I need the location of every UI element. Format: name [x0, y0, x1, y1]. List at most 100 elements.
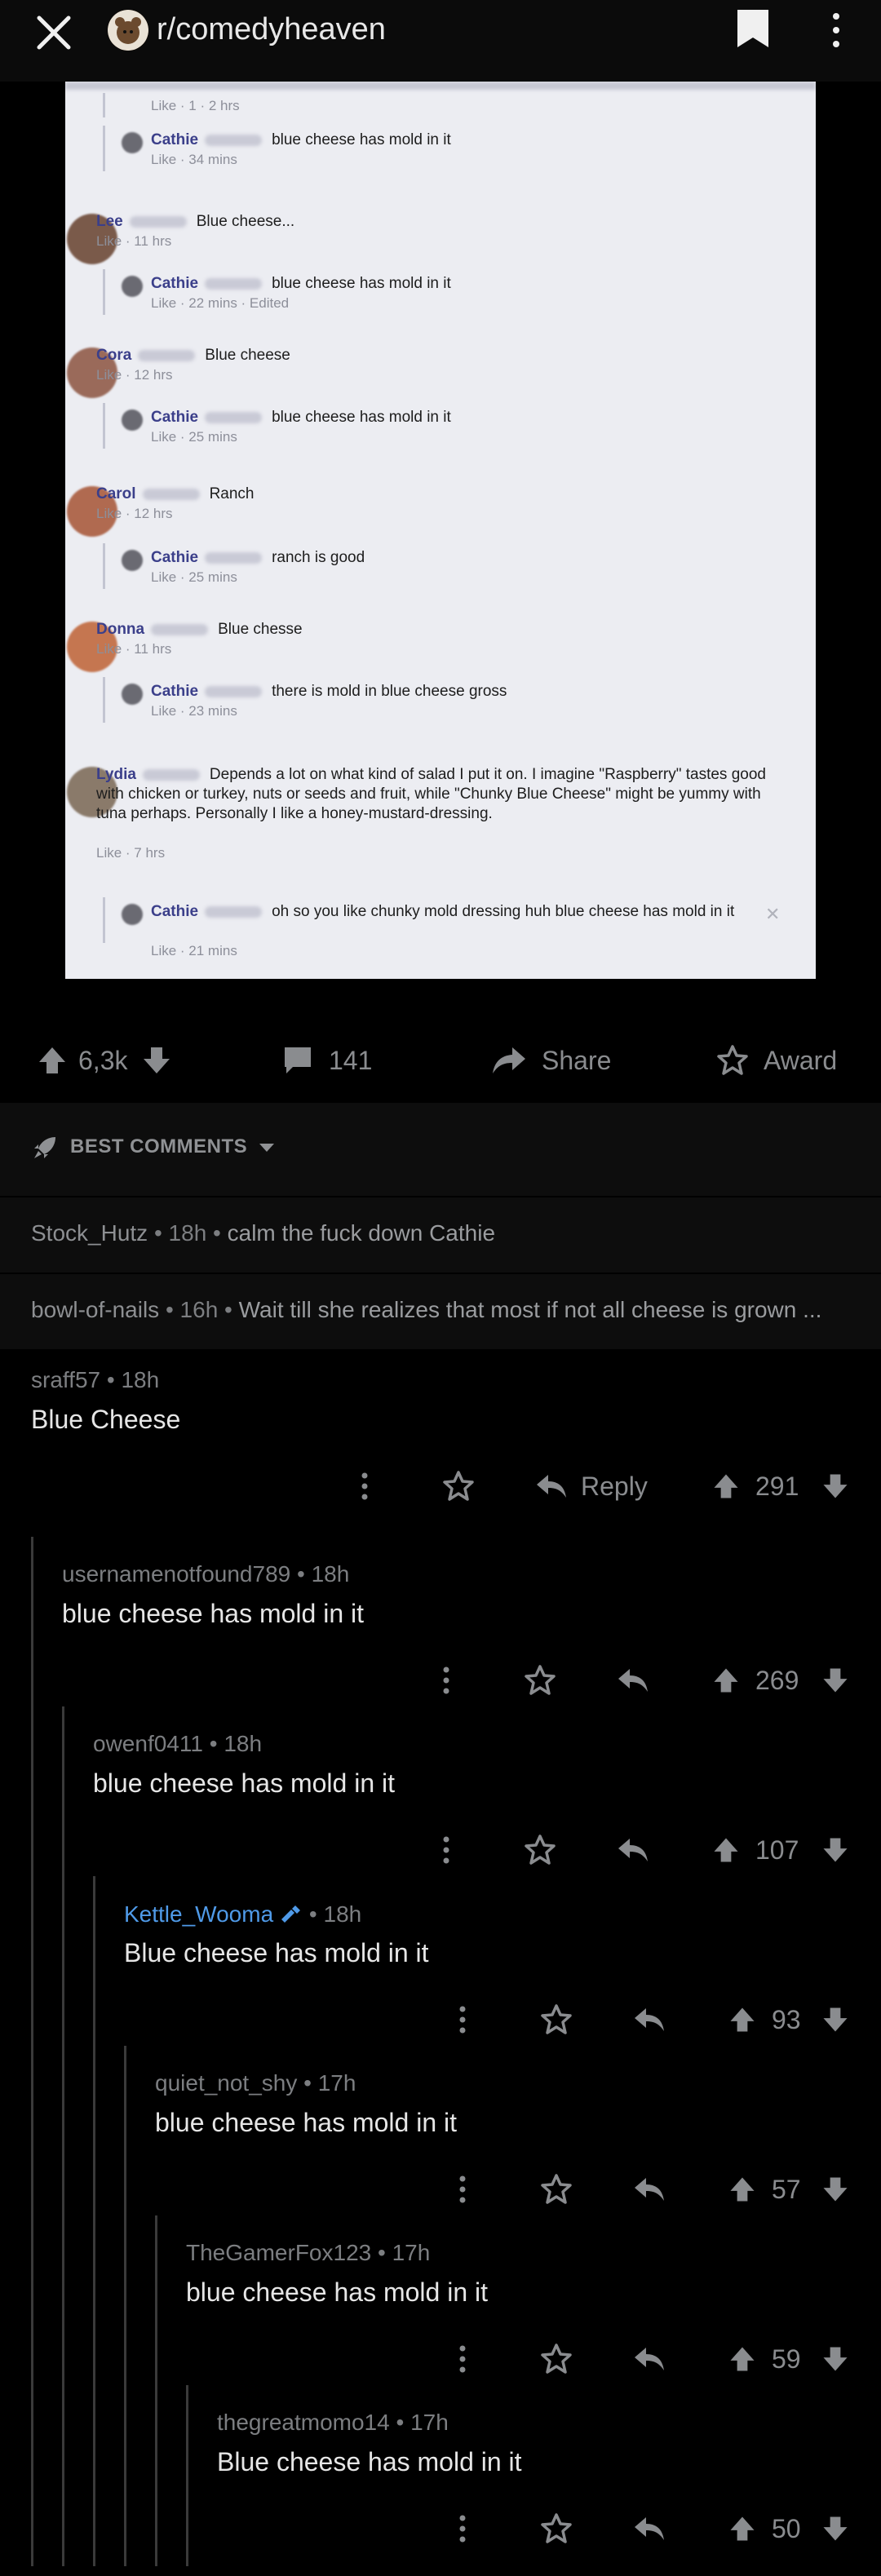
upvote-icon[interactable] — [726, 2512, 759, 2549]
downvote-icon[interactable] — [819, 1834, 852, 1870]
comment-author[interactable]: usernamenotfound789 — [62, 1561, 290, 1587]
thread-line[interactable] — [62, 1876, 64, 2057]
bookmark-icon[interactable] — [734, 8, 772, 51]
more-options-icon[interactable] — [359, 1470, 370, 1507]
comments-button[interactable]: 141 — [281, 1036, 372, 1085]
reply-icon[interactable] — [617, 1666, 649, 1699]
comment-author[interactable]: owenf0411 — [93, 1731, 203, 1756]
comment-age-value: 17h — [392, 2240, 431, 2265]
reply-icon[interactable] — [633, 2514, 666, 2547]
fb-comment-body: Blue cheese... — [196, 213, 295, 230]
comment-meta: Kettle_Wooma • 18h — [124, 1901, 361, 1928]
thread-line[interactable] — [93, 2215, 95, 2397]
downvote-icon[interactable] — [819, 1470, 852, 1507]
comment-age-value: 18h — [224, 1731, 263, 1756]
thread-line[interactable] — [31, 2046, 33, 2227]
fb-comment-text: Lee Blue cheese... — [96, 212, 767, 232]
award-icon[interactable] — [540, 2003, 573, 2040]
reply-line — [103, 677, 105, 723]
upvote-icon[interactable] — [726, 2003, 759, 2040]
close-icon[interactable] — [33, 11, 75, 54]
comment-text: blue cheese has mold in it — [93, 1768, 395, 1798]
comment-author[interactable]: Kettle_Wooma — [124, 1901, 273, 1927]
thread-line[interactable] — [31, 1876, 33, 2057]
comment-age: • — [100, 1367, 122, 1392]
reply-icon[interactable] — [633, 2175, 666, 2208]
downvote-icon[interactable] — [819, 2173, 852, 2210]
thread-line[interactable] — [62, 1706, 64, 1888]
comment-score: 57 — [772, 2175, 801, 2204]
reply-label[interactable]: Reply — [581, 1472, 648, 1502]
reply-icon[interactable] — [535, 1472, 568, 1505]
award-icon[interactable] — [540, 2343, 573, 2379]
more-options-icon[interactable] — [440, 1664, 452, 1701]
downvote-icon[interactable] — [819, 2512, 852, 2549]
downvote-icon[interactable] — [819, 2343, 852, 2379]
thread-line[interactable] — [124, 2046, 126, 2227]
fb-comment-meta: Like · 11 hrs — [96, 233, 172, 249]
share-icon — [493, 1047, 525, 1073]
more-vertical-icon[interactable] — [824, 10, 848, 51]
top-bar: r/comedyheaven — [0, 0, 881, 82]
thread-line[interactable] — [31, 1706, 33, 1888]
thread-line[interactable] — [93, 1876, 95, 2057]
downvote-icon[interactable] — [139, 1042, 175, 1078]
downvote-icon[interactable] — [819, 2003, 852, 2040]
comment-author[interactable]: Stock_Hutz — [31, 1220, 148, 1246]
comment-age: • — [297, 2070, 318, 2096]
thread-line[interactable] — [93, 2046, 95, 2227]
more-options-icon[interactable] — [457, 2512, 468, 2549]
upvote-icon[interactable] — [710, 1470, 742, 1507]
upvote-icon[interactable] — [710, 1834, 742, 1870]
collapsed-comment[interactable]: bowl-of-nails • 16h • Wait till she real… — [0, 1274, 881, 1349]
thread-line[interactable] — [62, 2215, 64, 2397]
thread-line[interactable] — [186, 2385, 188, 2566]
upvote-icon[interactable] — [726, 2343, 759, 2379]
comment-sort-bar[interactable]: BEST COMMENTS — [0, 1103, 881, 1196]
award-button[interactable]: Award — [716, 1036, 837, 1085]
more-options-icon[interactable] — [457, 2003, 468, 2040]
upvote-icon[interactable] — [34, 1042, 70, 1078]
comment-author[interactable]: TheGamerFox123 — [186, 2240, 371, 2265]
comment-age-value: 17h — [317, 2070, 356, 2096]
more-options-icon[interactable] — [440, 1834, 452, 1870]
upvote-icon[interactable] — [710, 1664, 742, 1701]
fb-comment-meta: Like · 11 hrs — [96, 641, 172, 657]
post-image[interactable]: Like · 1 · 2 hrs Cathie blue cheese has mo… — [65, 82, 816, 979]
award-icon[interactable] — [540, 2173, 573, 2210]
comment-text: Wait till she realizes that most if not … — [238, 1297, 822, 1322]
award-icon[interactable] — [524, 1664, 556, 1701]
thread-line[interactable] — [124, 2215, 126, 2397]
collapsed-comment[interactable]: Stock_Hutz • 18h • calm the fuck down Ca… — [0, 1197, 881, 1273]
commenter-avatar — [122, 684, 143, 705]
thread-line[interactable] — [31, 1537, 33, 1718]
reply-icon[interactable] — [617, 1835, 649, 1869]
thread-line[interactable] — [155, 2385, 157, 2566]
comment-author[interactable]: bowl-of-nails — [31, 1297, 159, 1322]
more-options-icon[interactable] — [457, 2173, 468, 2210]
subreddit-title[interactable]: r/comedyheaven — [157, 11, 386, 47]
upvote-icon[interactable] — [726, 2173, 759, 2210]
thread-line[interactable] — [124, 2385, 126, 2566]
thread-line[interactable] — [31, 2385, 33, 2566]
thread-line[interactable] — [62, 2046, 64, 2227]
comment-author[interactable]: thegreatmomo14 — [217, 2410, 390, 2435]
reply-icon[interactable] — [633, 2005, 666, 2038]
thread-line[interactable] — [93, 2385, 95, 2566]
award-icon[interactable] — [540, 2512, 573, 2549]
downvote-icon[interactable] — [819, 1664, 852, 1701]
subreddit-avatar[interactable] — [108, 10, 148, 51]
comment-author[interactable]: sraff57 — [31, 1367, 100, 1392]
thread-line[interactable] — [31, 2215, 33, 2397]
award-icon[interactable] — [524, 1834, 556, 1870]
reply-icon[interactable] — [633, 2344, 666, 2378]
fb-commenter-name: Cathie — [151, 903, 199, 920]
fb-commenter-name: Lee — [96, 213, 123, 230]
award-icon[interactable] — [442, 1470, 475, 1507]
reply-line — [103, 403, 105, 449]
comment-author[interactable]: quiet_not_shy — [155, 2070, 297, 2096]
thread-line[interactable] — [155, 2215, 157, 2397]
more-options-icon[interactable] — [457, 2343, 468, 2379]
thread-line[interactable] — [62, 2385, 64, 2566]
share-button[interactable]: Share — [491, 1036, 611, 1085]
